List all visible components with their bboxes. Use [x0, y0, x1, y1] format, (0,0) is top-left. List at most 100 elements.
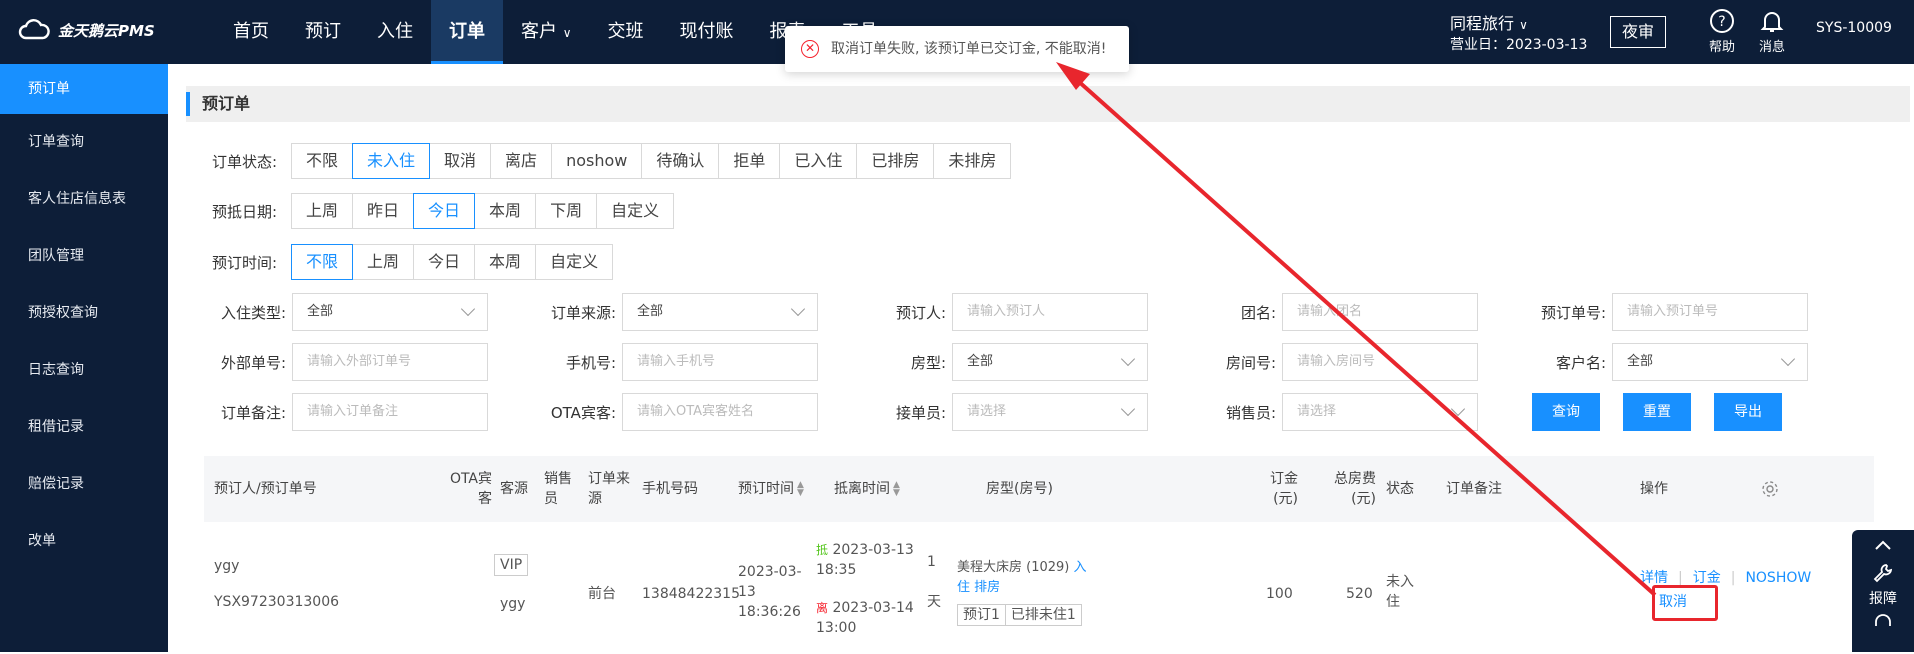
col-op: 操作: [1640, 481, 1668, 497]
detail-link[interactable]: 详情: [1640, 570, 1668, 586]
chevron-down-icon: ∨: [562, 26, 572, 40]
col-booktime[interactable]: 预订时间 ▲ ▼: [738, 456, 804, 522]
room-type-field: 房型: 全部: [862, 343, 1148, 381]
deposit-link[interactable]: 订金: [1693, 570, 1721, 586]
status-option[interactable]: 离店: [490, 143, 553, 179]
report-issue-button[interactable]: 报障: [1852, 562, 1914, 608]
wrench-icon: [1873, 564, 1893, 583]
messages-button[interactable]: 消息: [1752, 8, 1792, 55]
group-input[interactable]: 请输入团名: [1282, 293, 1478, 331]
reset-button[interactable]: 重置: [1623, 393, 1691, 431]
main-content: 预订单 订单状态: 不限 未入住 取消 离店 noshow 待确认 拒单 已入住…: [168, 64, 1914, 652]
booktime-option[interactable]: 自定义: [535, 244, 614, 280]
col-stay[interactable]: 抵离时间 ▲ ▼: [834, 456, 900, 522]
date-option[interactable]: 上周: [291, 193, 354, 229]
status-option[interactable]: 未入住: [352, 143, 431, 179]
external-no-input[interactable]: 请输入外部订单号: [292, 343, 488, 381]
source-value: ygy: [500, 596, 526, 612]
status-option[interactable]: 取消: [429, 143, 492, 179]
nav-checkin[interactable]: 入住: [359, 0, 431, 64]
hotel-selector[interactable]: 同程旅行 ∨: [1450, 10, 1528, 34]
room-no-input[interactable]: 请输入房间号: [1282, 343, 1478, 381]
date-option[interactable]: 昨日: [352, 193, 415, 229]
sidebar-item-order-query[interactable]: 订单查询: [0, 114, 168, 171]
nights-value: 1天: [927, 554, 941, 610]
total-value: 520: [1346, 586, 1373, 602]
booktime-option[interactable]: 今日: [413, 244, 476, 280]
export-button[interactable]: 导出: [1714, 393, 1782, 431]
date-option[interactable]: 下周: [535, 193, 598, 229]
booktime-option[interactable]: 本周: [474, 244, 537, 280]
sidebar-item-preauth[interactable]: 预授权查询: [0, 285, 168, 342]
booker-input[interactable]: 请输入预订人: [952, 293, 1148, 331]
sidebar-item-reservations[interactable]: 预订单: [0, 64, 168, 114]
settings-button[interactable]: [1760, 456, 1780, 522]
order-source-select[interactable]: 全部: [622, 293, 818, 331]
ota-guest-input[interactable]: 请输入OTA宾客姓名: [622, 393, 818, 431]
sidebar-item-guest-info[interactable]: 客人住店信息表: [0, 171, 168, 228]
error-icon: ✕: [801, 40, 819, 58]
status-option[interactable]: 拒单: [718, 143, 781, 179]
status-option[interactable]: 已排房: [856, 143, 935, 179]
booktime-option[interactable]: 不限: [291, 244, 354, 280]
sidebar-item-group[interactable]: 团队管理: [0, 228, 168, 285]
chevron-down-icon: [1120, 351, 1136, 367]
user-menu[interactable]: SYS-10009: [1816, 20, 1892, 36]
assigned-tag: 已排未住1: [1004, 604, 1082, 626]
noshow-link[interactable]: NOSHOW: [1745, 570, 1811, 586]
status-option[interactable]: 待确认: [641, 143, 720, 179]
sales-field: 销售员: 请选择: [1192, 393, 1478, 431]
leave-time: 离 2023-03-14 13:00: [816, 600, 914, 636]
collapse-button[interactable]: [1852, 530, 1914, 556]
nav-shift[interactable]: 交班: [590, 0, 662, 64]
status-option[interactable]: noshow: [551, 143, 643, 179]
sidebar-item-logs[interactable]: 日志查询: [0, 342, 168, 399]
order-no-input[interactable]: 请输入预订单号: [1612, 293, 1808, 331]
customer-select[interactable]: 全部: [1612, 343, 1808, 381]
phone-value: 13848422315: [642, 586, 740, 602]
sales-select[interactable]: 请选择: [1282, 393, 1478, 431]
nav-customers[interactable]: 客户 ∨: [503, 0, 590, 64]
phone-input[interactable]: 请输入手机号: [622, 343, 818, 381]
sort-icon[interactable]: ▲ ▼: [893, 481, 900, 498]
assign-room-link[interactable]: 排房: [974, 580, 1000, 595]
nav-home[interactable]: 首页: [215, 0, 287, 64]
status-option[interactable]: 已入住: [779, 143, 858, 179]
nav-orders[interactable]: 订单: [431, 0, 503, 64]
nav-cash[interactable]: 现付账: [662, 0, 752, 64]
cloud-logo-icon: [18, 19, 50, 40]
status-option[interactable]: 未排房: [933, 143, 1012, 179]
col-remark: 订单备注: [1446, 481, 1502, 497]
date-filter: 预抵日期: 上周 昨日 今日 本周 下周 自定义: [212, 193, 675, 229]
booktime-filter: 预订时间: 不限 上周 今日 本周 自定义: [212, 244, 614, 280]
sidebar-item-modify[interactable]: 改单: [0, 513, 168, 570]
checkin-type-select[interactable]: 全部: [292, 293, 488, 331]
sidebar-item-rental[interactable]: 租借记录: [0, 399, 168, 456]
annotation-highlight-box: [1652, 585, 1718, 621]
col-status: 状态: [1386, 481, 1414, 497]
booking-tag: 预订1: [957, 604, 1006, 626]
support-button[interactable]: [1852, 612, 1914, 634]
room-no-field: 房间号: 请输入房间号: [1192, 343, 1478, 381]
sidebar-item-compensation[interactable]: 赔偿记录: [0, 456, 168, 513]
logo[interactable]: 金天鹅云PMS: [18, 18, 155, 42]
chevron-up-icon: [1875, 540, 1891, 550]
remark-input[interactable]: 请输入订单备注: [292, 393, 488, 431]
date-option[interactable]: 本周: [474, 193, 537, 229]
room-type-select[interactable]: 全部: [952, 343, 1148, 381]
checkin-link[interactable]: 入: [1074, 560, 1087, 575]
booktime-option[interactable]: 上周: [352, 244, 415, 280]
help-button[interactable]: ? 帮助: [1702, 8, 1742, 55]
sort-icon[interactable]: ▲ ▼: [797, 481, 804, 498]
remark-field: 订单备注: 请输入订单备注: [212, 393, 488, 431]
date-option[interactable]: 今日: [413, 193, 476, 229]
arrive-time: 抵 2023-03-13 18:35: [816, 542, 914, 578]
status-option[interactable]: 不限: [291, 143, 354, 179]
receiver-select[interactable]: 请选择: [952, 393, 1148, 431]
date-option[interactable]: 自定义: [596, 193, 675, 229]
night-audit-button[interactable]: 夜审: [1610, 16, 1666, 48]
checkin-type-field: 入住类型: 全部: [212, 293, 488, 331]
nav-booking[interactable]: 预订: [287, 0, 359, 64]
query-button[interactable]: 查询: [1532, 393, 1600, 431]
status-value: 未入住: [1386, 574, 1414, 610]
